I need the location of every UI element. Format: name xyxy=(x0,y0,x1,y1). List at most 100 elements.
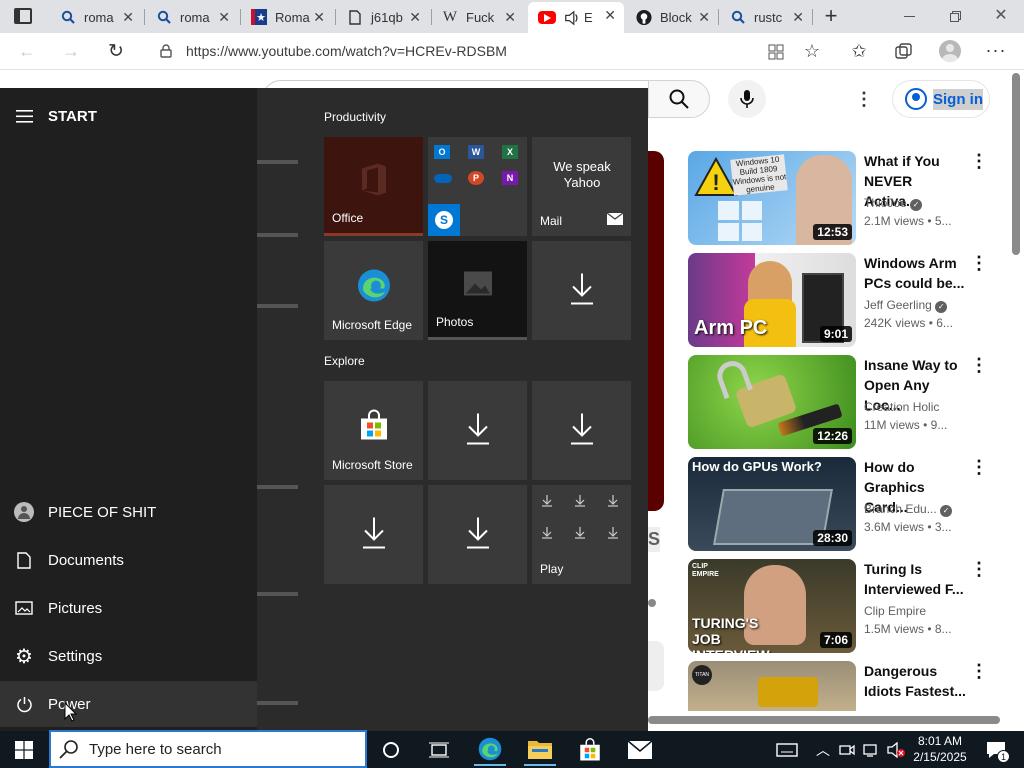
video-menu-icon[interactable]: ⋮ xyxy=(970,662,988,680)
start-item-pictures[interactable]: Pictures xyxy=(0,585,257,631)
tab-roma-2[interactable]: roma ✕ xyxy=(146,4,238,30)
video-menu-icon[interactable]: ⋮ xyxy=(970,152,988,170)
speaker-icon[interactable] xyxy=(564,9,580,26)
tile-microsoft-edge[interactable]: Microsoft Edge xyxy=(324,241,423,340)
close-window-icon[interactable]: ✕ xyxy=(986,6,1016,24)
add-favorite-icon[interactable]: ☆ xyxy=(801,40,823,62)
lock-icon[interactable] xyxy=(158,43,174,59)
address-bar[interactable]: https://www.youtube.com/watch?v=HCREv-RD… xyxy=(146,36,756,66)
start-item-documents[interactable]: Documents xyxy=(0,537,257,583)
task-view-icon[interactable] xyxy=(426,737,452,763)
group-title-explore[interactable]: Explore xyxy=(324,354,365,368)
taskbar-search-box[interactable]: Type here to search xyxy=(49,730,367,768)
tab-document[interactable]: j61qb ✕ xyxy=(337,4,429,30)
chevron-up-icon[interactable]: ︿ xyxy=(814,740,832,760)
video-thumbnail[interactable]: ! Windows 10 Build 1809 Windows is not g… xyxy=(688,151,856,245)
edge-taskbar-icon[interactable] xyxy=(474,734,506,766)
collections-icon[interactable] xyxy=(893,41,915,63)
cortana-icon[interactable] xyxy=(378,737,404,763)
tile-downloading[interactable] xyxy=(428,485,527,584)
new-tab-button[interactable]: + xyxy=(818,3,844,29)
video-menu-icon[interactable]: ⋮ xyxy=(970,356,988,374)
video-thumbnail[interactable]: Arm PC 9:01 xyxy=(688,253,856,347)
minimize-icon[interactable] xyxy=(894,8,924,24)
refresh-icon[interactable]: ↻ xyxy=(105,40,127,62)
start-header[interactable]: START xyxy=(0,93,257,139)
close-tab-icon[interactable]: ✕ xyxy=(409,9,421,26)
video-title[interactable]: Windows Arm PCs could be... xyxy=(864,253,968,293)
clock[interactable]: 8:01 AM 2/15/2025 xyxy=(908,733,972,767)
skype-icon[interactable]: S xyxy=(428,204,460,236)
tile-office[interactable]: Office xyxy=(324,137,423,236)
close-tab-icon[interactable]: ✕ xyxy=(122,9,134,26)
channel-name[interactable]: ThioJoe ✓ xyxy=(864,196,923,211)
keyboard-icon[interactable] xyxy=(774,740,800,760)
close-tab-icon[interactable]: ✕ xyxy=(604,7,616,24)
restore-icon[interactable] xyxy=(940,8,970,24)
vertical-scrollbar[interactable] xyxy=(1012,73,1020,255)
mail-taskbar-icon[interactable] xyxy=(624,734,656,766)
file-explorer-icon[interactable] xyxy=(524,734,556,766)
tile-downloading[interactable] xyxy=(532,241,631,340)
tab-wikipedia[interactable]: W Fuck ✕ xyxy=(432,4,524,30)
tile-downloading[interactable] xyxy=(428,381,527,480)
volume-muted-icon[interactable] xyxy=(886,740,906,760)
close-tab-icon[interactable]: ✕ xyxy=(698,9,710,26)
sign-in-button[interactable]: Sign in xyxy=(892,80,990,118)
video-title[interactable]: Turing Is Interviewed F... xyxy=(864,559,968,599)
close-tab-icon[interactable]: ✕ xyxy=(313,9,325,26)
tile-mail[interactable]: We speak Yahoo Mail xyxy=(532,137,631,236)
close-tab-icon[interactable]: ✕ xyxy=(504,9,516,26)
video-thumbnail[interactable]: How do GPUs Work? 28:30 xyxy=(688,457,856,551)
notification-center-icon[interactable]: 1 xyxy=(982,737,1010,763)
channel-name[interactable]: Jeff Geerling ✓ xyxy=(864,298,948,313)
video-menu-icon[interactable]: ⋮ xyxy=(970,458,988,476)
tile-office-apps[interactable]: O W X P N S xyxy=(428,137,527,236)
back-icon[interactable]: ← xyxy=(16,41,38,61)
channel-name[interactable]: Branch Edu... ✓ xyxy=(864,502,953,517)
video-item[interactable]: 12:26 Insane Way to Open Any Loc... Crea… xyxy=(688,355,1006,450)
favorites-icon[interactable]: ✩ xyxy=(848,40,870,62)
close-tab-icon[interactable]: ✕ xyxy=(792,9,804,26)
close-tab-icon[interactable]: ✕ xyxy=(218,9,230,26)
profile-avatar[interactable] xyxy=(939,40,961,62)
network-icon[interactable] xyxy=(862,740,880,760)
video-thumbnail[interactable]: CLIP EMPIRE TURING'S JOB INTERVIEW 7:06 xyxy=(688,559,856,653)
video-menu-icon[interactable]: ⋮ xyxy=(970,254,988,272)
apps-icon[interactable] xyxy=(766,42,786,62)
tab-actions-icon[interactable] xyxy=(14,8,32,24)
tab-roma-1[interactable]: roma ✕ xyxy=(50,4,142,30)
tab-rustc[interactable]: rustc ✕ xyxy=(720,4,812,30)
group-title-productivity[interactable]: Productivity xyxy=(324,110,386,124)
tab-github[interactable]: Block ✕ xyxy=(626,4,718,30)
horizontal-scrollbar[interactable] xyxy=(648,716,1000,724)
settings-dots-icon[interactable]: ⋮ xyxy=(854,88,874,110)
video-thumbnail[interactable]: TITAN xyxy=(688,661,856,711)
store-taskbar-icon[interactable] xyxy=(574,734,606,766)
video-thumbnail[interactable]: 12:26 xyxy=(688,355,856,449)
tile-play-folder[interactable]: Play xyxy=(532,485,631,584)
video-item[interactable]: Arm PC 9:01 Windows Arm PCs could be... … xyxy=(688,253,1006,348)
start-item-settings[interactable]: ⚙ Settings xyxy=(0,633,257,679)
tile-downloading[interactable] xyxy=(324,485,423,584)
meet-now-icon[interactable] xyxy=(838,740,856,760)
tile-microsoft-store[interactable]: Microsoft Store xyxy=(324,381,423,480)
voice-search-icon[interactable] xyxy=(728,80,766,118)
video-title[interactable]: Dangerous Idiots Fastest... xyxy=(864,661,968,701)
video-item[interactable]: CLIP EMPIRE TURING'S JOB INTERVIEW 7:06 … xyxy=(688,559,1006,654)
video-item[interactable]: How do GPUs Work? 28:30 How do Graphics … xyxy=(688,457,1006,552)
tab-roma-3[interactable]: ★ Roma ✕ xyxy=(241,4,333,30)
forward-icon[interactable]: → xyxy=(60,41,82,61)
video-menu-icon[interactable]: ⋮ xyxy=(970,560,988,578)
user-account-item[interactable]: PIECE OF SHIT xyxy=(0,489,257,535)
channel-name[interactable]: Creation Holic xyxy=(864,400,939,414)
hamburger-menu-icon[interactable] xyxy=(0,109,48,123)
video-item[interactable]: TITAN Dangerous Idiots Fastest... ⋮ xyxy=(688,661,1006,711)
tile-downloading[interactable] xyxy=(532,381,631,480)
tile-photos[interactable]: Photos xyxy=(428,241,527,340)
more-options-icon[interactable]: ··· xyxy=(984,39,1008,61)
search-button[interactable] xyxy=(648,80,710,118)
start-item-power[interactable]: Power xyxy=(0,681,257,727)
channel-name[interactable]: Clip Empire xyxy=(864,604,926,618)
video-item[interactable]: ! Windows 10 Build 1809 Windows is not g… xyxy=(688,151,1006,246)
